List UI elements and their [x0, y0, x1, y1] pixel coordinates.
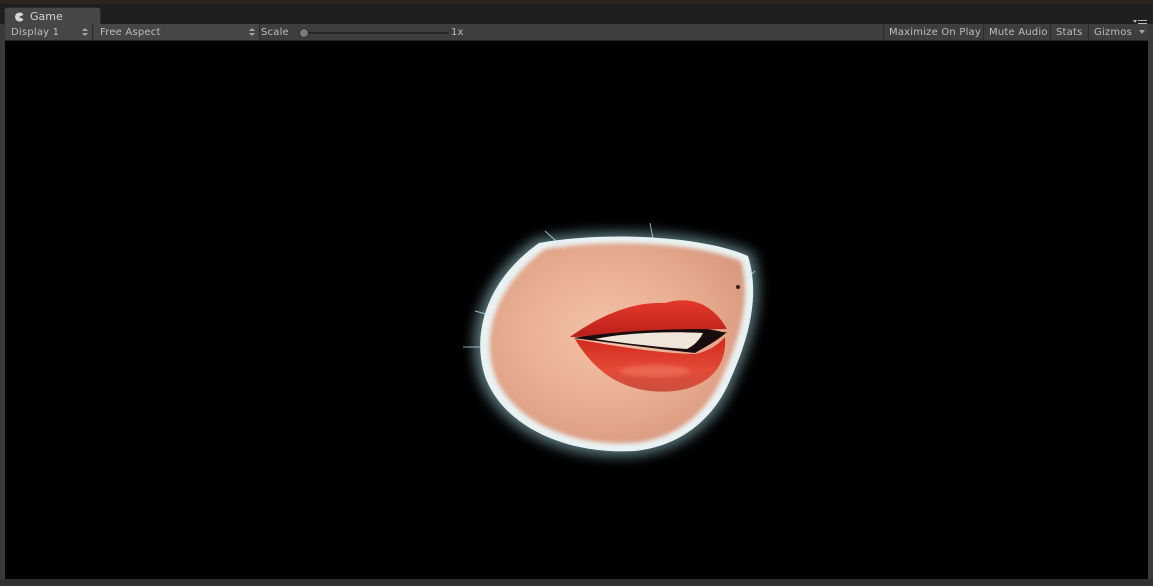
game-viewport[interactable] — [5, 41, 1148, 579]
scale-value: 1x — [451, 26, 464, 38]
stats-button[interactable]: Stats — [1050, 24, 1088, 40]
tab-game-label: Game — [30, 9, 63, 23]
mute-audio-button[interactable]: Mute Audio — [983, 24, 1053, 40]
lips-render — [463, 222, 759, 457]
display-dropdown[interactable]: Display 1 — [5, 24, 93, 40]
game-toolbar: Display 1 Free Aspect Scale 1x Maximize … — [5, 24, 1148, 41]
dropdown-arrows-icon — [249, 28, 255, 36]
panel-menu-icon[interactable] — [1133, 13, 1147, 27]
scale-slider-handle[interactable] — [299, 28, 309, 38]
aspect-dropdown[interactable]: Free Aspect — [94, 24, 260, 40]
gizmos-label: Gizmos — [1094, 26, 1133, 38]
scale-label: Scale — [261, 26, 289, 38]
chevron-down-icon — [1139, 30, 1145, 34]
tab-row: Game — [0, 4, 1153, 27]
scale-slider-track[interactable] — [302, 32, 449, 34]
window-bottom-border — [0, 579, 1153, 586]
display-dropdown-label: Display 1 — [11, 26, 60, 38]
pacman-game-icon — [13, 11, 25, 23]
aspect-dropdown-label: Free Aspect — [100, 26, 161, 38]
tab-game[interactable]: Game — [4, 7, 101, 25]
game-window: Game Display 1 Free Aspect Scale 1x Maxi… — [0, 0, 1153, 586]
maximize-on-play-button[interactable]: Maximize On Play — [883, 24, 986, 40]
dropdown-arrows-icon — [82, 28, 88, 36]
gizmos-dropdown[interactable]: Gizmos — [1088, 24, 1148, 40]
